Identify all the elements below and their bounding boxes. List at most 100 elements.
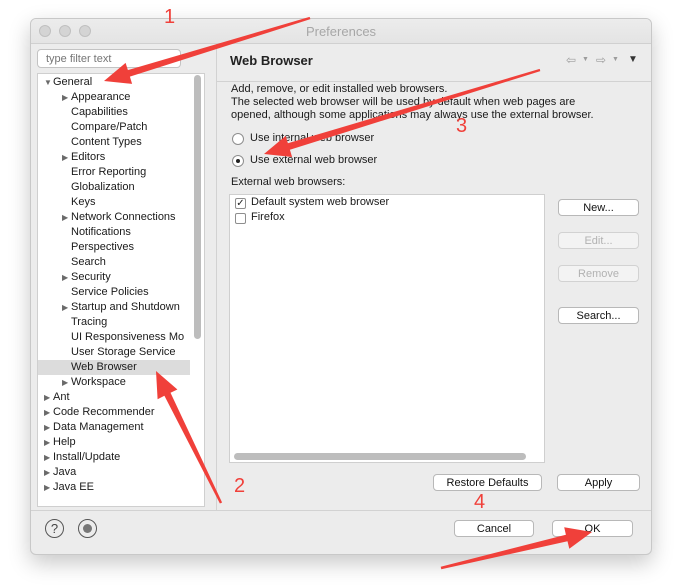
edit-browser-button[interactable]: Edit... (558, 232, 639, 249)
import-export-icon[interactable] (78, 519, 97, 538)
tree-item[interactable]: Error Reporting (38, 165, 190, 180)
title-bar: Preferences (31, 19, 651, 44)
tree-item[interactable]: Capabilities (38, 105, 190, 120)
tree-item-label: Search (71, 256, 106, 268)
tree-item-label: Service Policies (71, 286, 149, 298)
browser-label: Firefox (251, 211, 285, 223)
collapsed-triangle-icon[interactable]: ▶ (44, 390, 50, 405)
tree-item[interactable]: Keys (38, 195, 190, 210)
forward-icon[interactable]: ⇨ (596, 53, 606, 67)
collapsed-triangle-icon[interactable]: ▶ (44, 465, 50, 480)
collapsed-triangle-icon[interactable]: ▶ (62, 210, 68, 225)
tree-item-label: Compare/Patch (71, 121, 148, 133)
tree-item-label: Workspace (71, 376, 126, 388)
pane-divider[interactable] (216, 44, 217, 510)
internal-browser-radio[interactable] (232, 133, 244, 145)
collapsed-triangle-icon[interactable]: ▶ (62, 300, 68, 315)
tree-item[interactable]: ▶ Java (38, 465, 190, 480)
description-line: Add, remove, or edit installed web brows… (231, 83, 448, 95)
tree-item[interactable]: Tracing (38, 315, 190, 330)
tree-item[interactable]: Perspectives (38, 240, 190, 255)
tree-item-label: Java (53, 466, 77, 478)
browser-checkbox[interactable]: ✓ (235, 198, 246, 209)
collapsed-triangle-icon[interactable]: ▶ (62, 270, 68, 285)
tree-item[interactable]: ▶ Security (38, 270, 190, 285)
collapsed-triangle-icon[interactable]: ▶ (62, 90, 68, 105)
remove-browser-button[interactable]: Remove (558, 265, 639, 282)
tree-item-label: Code Recommender (53, 406, 155, 418)
collapsed-triangle-icon[interactable]: ▶ (62, 150, 68, 165)
description-line: The selected web browser will be used by… (231, 96, 576, 108)
tree-item[interactable]: ▶ Editors (38, 150, 190, 165)
search-browsers-button[interactable]: Search... (558, 307, 639, 324)
tree-item[interactable]: Service Policies (38, 285, 190, 300)
collapsed-triangle-icon[interactable]: ▶ (44, 405, 50, 420)
annotation-number: 2 (234, 475, 246, 497)
tree-item-label: Perspectives (71, 241, 134, 253)
browser-label: Default system web browser (251, 196, 390, 208)
tree-item[interactable]: Search (38, 255, 190, 270)
expanded-triangle-icon[interactable]: ▼ (44, 75, 52, 90)
tree-item[interactable]: ▶ Data Management (38, 420, 190, 435)
collapsed-triangle-icon[interactable]: ▶ (44, 450, 50, 465)
tree-item[interactable]: ▶ Install/Update (38, 450, 190, 465)
filter-input[interactable] (37, 49, 181, 68)
tree-item-label: Error Reporting (71, 166, 147, 178)
bottom-separator (31, 510, 651, 511)
page-header: Web Browser ⇦ ▼ ⇨ ▼ ▼ (217, 44, 651, 82)
external-browser-radio[interactable] (232, 155, 244, 167)
tree-item[interactable]: ▶ Code Recommender (38, 405, 190, 420)
collapsed-triangle-icon[interactable]: ▶ (44, 420, 50, 435)
tree-item-label: Ant (53, 391, 70, 403)
import-export-icon-core (83, 524, 92, 533)
collapsed-triangle-icon[interactable]: ▶ (62, 375, 68, 390)
tree-item-label: Startup and Shutdown (71, 301, 180, 313)
cancel-button[interactable]: Cancel (454, 520, 534, 537)
back-dropdown-icon[interactable]: ▼ (582, 56, 589, 63)
tree-item-label: Java EE (53, 481, 94, 493)
tree-item-label: Web Browser (71, 361, 137, 373)
tree-item-label: Help (53, 436, 76, 448)
browser-list-scrollbar[interactable] (234, 453, 526, 460)
tree-item[interactable]: Notifications (38, 225, 190, 240)
tree-item-label: Tracing (71, 316, 108, 328)
forward-dropdown-icon[interactable]: ▼ (612, 56, 619, 63)
tree-item[interactable]: Content Types (38, 135, 190, 150)
tree-item[interactable]: ▶ Java EE (38, 480, 190, 495)
radio-dot (236, 159, 240, 163)
tree-item[interactable]: ▶ Ant (38, 390, 190, 405)
tree-item[interactable]: User Storage Service (38, 345, 190, 360)
help-icon[interactable]: ? (45, 519, 64, 538)
view-menu-icon[interactable]: ▼ (628, 54, 638, 65)
internal-browser-label[interactable]: Use internal web browser (250, 132, 374, 144)
tree-item[interactable]: ▶ Startup and Shutdown (38, 300, 190, 315)
back-icon[interactable]: ⇦ (566, 53, 576, 67)
tree-item-label: Security (71, 271, 111, 283)
tree-item[interactable]: ▶ Network Connections (38, 210, 190, 225)
tree-item[interactable]: ▼ General (38, 75, 190, 90)
tree-item[interactable]: Web Browser (38, 360, 190, 375)
annotation-number: 3 (456, 115, 468, 137)
apply-button[interactable]: Apply (557, 474, 640, 491)
ok-button[interactable]: OK (552, 520, 633, 537)
tree-vertical-scrollbar[interactable] (194, 75, 201, 339)
collapsed-triangle-icon[interactable]: ▶ (44, 480, 50, 495)
collapsed-triangle-icon[interactable]: ▶ (44, 435, 50, 450)
external-browsers-label: External web browsers: (231, 176, 346, 188)
window-title: Preferences (305, 24, 377, 39)
external-browsers-list: ✓ Default system web browser Firefox (229, 194, 545, 463)
restore-defaults-button[interactable]: Restore Defaults (433, 474, 542, 491)
tree-item[interactable]: UI Responsiveness Mo (38, 330, 190, 345)
tree-item[interactable]: ▶ Appearance (38, 90, 190, 105)
tree-item[interactable]: ▶ Workspace (38, 375, 190, 390)
tree-item-label: Appearance (71, 91, 131, 103)
tree-item-label: Capabilities (71, 106, 128, 118)
tree-item-label: General (53, 76, 93, 88)
tree-item[interactable]: Globalization (38, 180, 190, 195)
new-browser-button[interactable]: New... (558, 199, 639, 216)
tree-item[interactable]: ▶ Help (38, 435, 190, 450)
tree-item-label: Network Connections (71, 211, 176, 223)
external-browser-label[interactable]: Use external web browser (250, 154, 377, 166)
browser-checkbox[interactable] (235, 213, 246, 224)
tree-item[interactable]: Compare/Patch (38, 120, 190, 135)
